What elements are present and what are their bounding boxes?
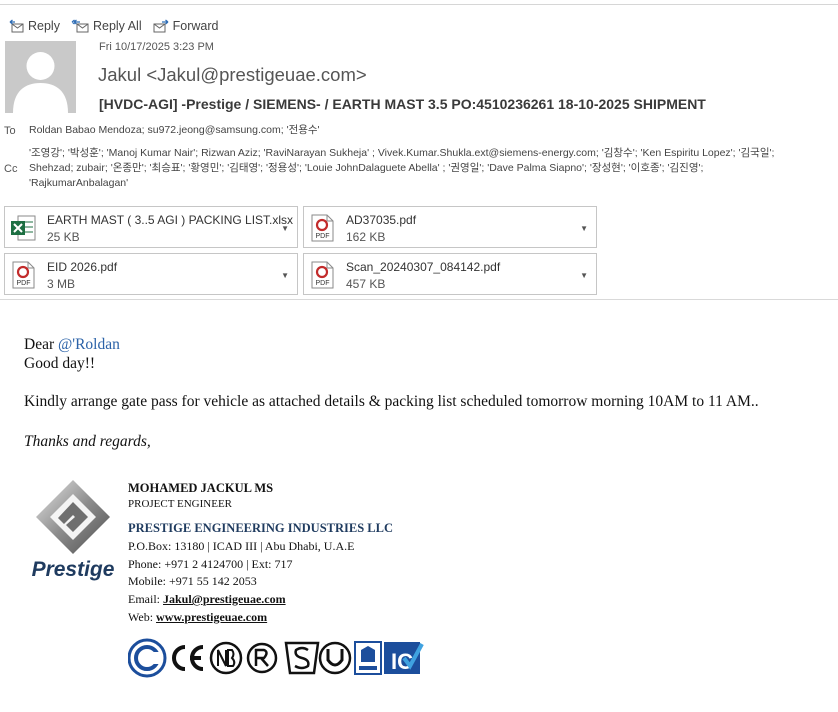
sender-avatar bbox=[5, 41, 76, 113]
window-top-edge bbox=[0, 0, 838, 5]
reply-button[interactable]: Reply bbox=[8, 19, 60, 33]
to-label: To bbox=[4, 125, 16, 137]
svg-text:IC: IC bbox=[391, 649, 413, 674]
chevron-down-icon[interactable]: ▼ bbox=[281, 271, 289, 280]
prestige-logo: Prestige bbox=[32, 480, 115, 581]
pdf-icon: PDF bbox=[311, 261, 334, 289]
message-toolbar: Reply Reply All Forward bbox=[8, 17, 229, 35]
attachment-size: 457 KB bbox=[346, 277, 386, 291]
attachment-name: Scan_20240307_084142.pdf bbox=[346, 260, 501, 274]
s-mark-icon bbox=[284, 641, 320, 675]
signature-web-row: Web: www.prestigeuae.com bbox=[128, 610, 267, 625]
ce-mark-icon bbox=[172, 645, 204, 671]
tuv-cert-icon bbox=[128, 638, 167, 678]
good-day-text: Good day!! bbox=[24, 355, 96, 372]
web-link[interactable]: www.prestigeuae.com bbox=[156, 610, 267, 624]
reply-all-button[interactable]: Reply All bbox=[71, 19, 142, 33]
signature-mobile: Mobile: +971 55 142 2053 bbox=[128, 574, 257, 588]
reply-all-icon bbox=[71, 19, 89, 33]
signature-title: PROJECT ENGINEER bbox=[128, 498, 232, 510]
nb-mark-icon bbox=[209, 641, 243, 675]
request-text: Kindly arrange gate pass for vehicle as … bbox=[24, 393, 759, 410]
attachment-size: 3 MB bbox=[47, 277, 76, 291]
svg-text:PDF: PDF bbox=[316, 280, 330, 287]
icv-cert-icon: IC bbox=[384, 642, 424, 674]
attachment-name: EARTH MAST ( 3..5 AGI ) PACKING LIST.xls… bbox=[47, 213, 294, 227]
attachment-item[interactable]: PDF AD37035.pdf 162 KB ▼ bbox=[303, 206, 597, 248]
cc-recipients-line-1[interactable]: '조영강'; '박성훈'; 'Manoj Kumar Nair'; Rizwan… bbox=[29, 146, 774, 161]
header-divider bbox=[0, 299, 838, 300]
pdf-icon: PDF bbox=[311, 214, 334, 242]
pdf-icon: PDF bbox=[12, 261, 35, 289]
svg-text:PDF: PDF bbox=[316, 233, 330, 240]
web-label: Web: bbox=[128, 610, 157, 624]
attachment-size: 25 KB bbox=[47, 230, 80, 244]
reply-all-label: Reply All bbox=[92, 19, 142, 33]
email-link[interactable]: Jakul@prestigeuae.com bbox=[163, 592, 286, 606]
attachment-name: AD37035.pdf bbox=[346, 213, 417, 227]
attachment-size: 162 KB bbox=[346, 230, 386, 244]
chevron-down-icon[interactable]: ▼ bbox=[580, 271, 588, 280]
signature-company: PRESTIGE ENGINEERING INDUSTRIES LLC bbox=[128, 521, 394, 535]
svg-text:Prestige: Prestige bbox=[32, 558, 115, 581]
attachment-item[interactable]: EARTH MAST ( 3..5 AGI ) PACKING LIST.xls… bbox=[4, 206, 298, 248]
r-mark-icon bbox=[246, 642, 278, 674]
attachment-item[interactable]: PDF Scan_20240307_084142.pdf 457 KB ▼ bbox=[303, 253, 597, 295]
signature-name: MOHAMED JACKUL MS bbox=[128, 481, 274, 495]
reply-label: Reply bbox=[28, 19, 60, 33]
reply-icon bbox=[9, 19, 24, 33]
u-mark-icon bbox=[318, 641, 352, 675]
chevron-down-icon[interactable]: ▼ bbox=[580, 224, 588, 233]
mention-link[interactable]: @'Roldan bbox=[58, 336, 120, 353]
adnoc-cert-icon bbox=[354, 641, 382, 675]
attachment-name: EID 2026.pdf bbox=[47, 260, 118, 274]
attachment-item[interactable]: PDF EID 2026.pdf 3 MB ▼ bbox=[4, 253, 298, 295]
person-placeholder-icon bbox=[13, 52, 68, 113]
forward-button[interactable]: Forward bbox=[153, 19, 219, 33]
sender-name[interactable]: Jakul <Jakul@prestigeuae.com> bbox=[98, 64, 367, 86]
chevron-down-icon[interactable]: ▼ bbox=[281, 224, 289, 233]
cc-label: Cc bbox=[4, 163, 18, 175]
signature-address: P.O.Box: 13180 | ICAD III | Abu Dhabi, U… bbox=[128, 539, 355, 553]
svg-text:PDF: PDF bbox=[17, 280, 31, 287]
message-subject: [HVDC-AGI] -Prestige / SIEMENS- / EARTH … bbox=[99, 96, 706, 112]
greeting-text: Dear bbox=[24, 336, 58, 353]
cc-recipients-line-3[interactable]: 'RajkumarAnbalagan' bbox=[29, 176, 128, 191]
forward-icon bbox=[153, 19, 169, 33]
to-recipients[interactable]: Roldan Babao Mendoza; su972.jeong@samsun… bbox=[29, 123, 320, 138]
closing-text: Thanks and regards, bbox=[24, 433, 151, 450]
signature-phone: Phone: +971 2 4124700 | Ext: 717 bbox=[128, 557, 293, 571]
excel-icon bbox=[11, 215, 36, 241]
sent-date: Fri 10/17/2025 3:23 PM bbox=[99, 41, 214, 53]
email-label: Email: bbox=[128, 592, 163, 606]
forward-label: Forward bbox=[172, 19, 219, 33]
cc-recipients-line-2[interactable]: Shehzad; zubair; '온종만'; '최승표'; '황영민'; '김… bbox=[29, 161, 703, 176]
signature-email-row: Email: Jakul@prestigeuae.com bbox=[128, 592, 286, 607]
certification-logos: IC bbox=[128, 638, 424, 678]
greeting-line: Dear @'Roldan bbox=[24, 336, 120, 354]
